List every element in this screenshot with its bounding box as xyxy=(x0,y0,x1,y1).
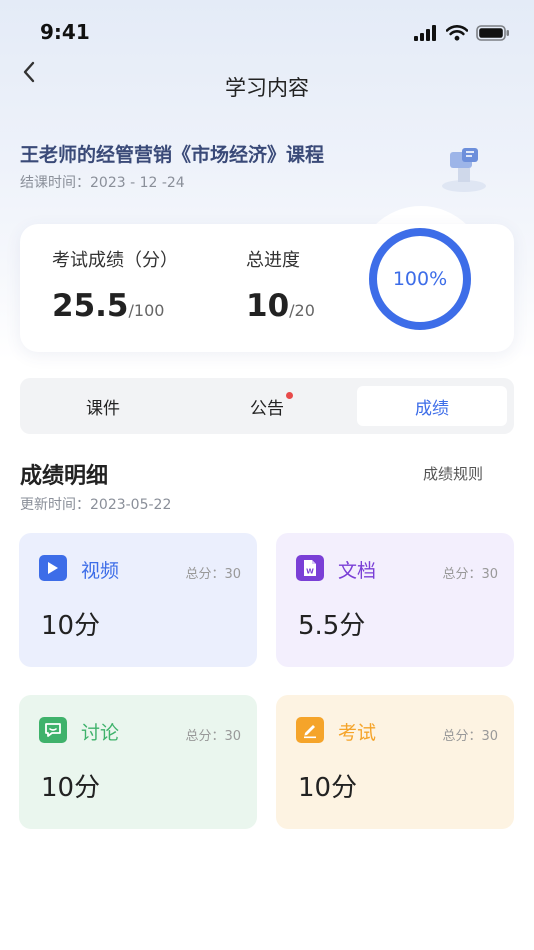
score-card-value: 10分 xyxy=(41,611,101,641)
content-tabs: 课件 公告 成绩 xyxy=(20,378,514,434)
progress-value: 10 xyxy=(246,288,290,324)
score-card-value: 10分 xyxy=(298,773,358,803)
course-end-date: 结课时间：2023 - 12 -24 xyxy=(20,175,185,191)
score-card-total: 总分：30 xyxy=(185,729,241,744)
score-card-document[interactable]: W 文档 总分：30 5.5分 xyxy=(276,533,514,667)
battery-icon xyxy=(476,25,509,41)
course-illustration xyxy=(442,148,486,192)
cellular-signal-icon xyxy=(414,25,436,41)
score-card-total: 总分：30 xyxy=(442,567,498,582)
svg-text:W: W xyxy=(306,568,314,576)
score-card-exam[interactable]: 考试 总分：30 10分 xyxy=(276,695,514,829)
tab-announcements[interactable]: 公告 xyxy=(192,386,342,426)
score-card-discussion[interactable]: 讨论 总分：30 10分 xyxy=(19,695,257,829)
score-rules-link[interactable]: 成绩规则 xyxy=(423,463,483,484)
score-card-value: 5.5分 xyxy=(298,611,366,641)
score-card-title: 考试 xyxy=(338,722,377,744)
progress-ring: 100% xyxy=(366,225,474,333)
pencil-edit-icon xyxy=(296,717,324,743)
status-time: 9:41 xyxy=(40,20,90,44)
score-card-video[interactable]: 视频 总分：30 10分 xyxy=(19,533,257,667)
score-card-total: 总分：30 xyxy=(442,729,498,744)
exam-score-label: 考试成绩（分） xyxy=(52,250,178,271)
exam-score-total: /100 xyxy=(128,301,165,320)
video-play-icon xyxy=(39,555,67,581)
wifi-icon xyxy=(446,25,468,41)
progress-count: 10/20 xyxy=(246,288,315,324)
progress-label: 总进度 xyxy=(246,250,300,271)
status-bar: 9:41 xyxy=(0,0,534,64)
progress-total: /20 xyxy=(289,301,315,320)
progress-percent: 100% xyxy=(392,268,448,290)
score-card-total: 总分：30 xyxy=(185,567,241,582)
chat-bubble-icon xyxy=(39,717,67,743)
score-card-value: 10分 xyxy=(41,773,101,803)
navigation-bar: 学习内容 xyxy=(0,60,534,112)
course-title: 王老师的经管营销《市场经济》课程 xyxy=(20,144,325,166)
score-card-title: 文档 xyxy=(338,560,377,582)
page-title: 学习内容 xyxy=(225,76,309,100)
exam-score-value: 25.5 xyxy=(52,288,129,324)
score-card-title: 讨论 xyxy=(81,722,120,744)
tab-scores[interactable]: 成绩 xyxy=(357,386,507,426)
status-icons xyxy=(414,22,510,44)
score-card-title: 视频 xyxy=(81,560,120,582)
word-document-icon: W xyxy=(296,555,324,581)
section-title: 成绩明细 xyxy=(20,464,109,489)
tab-courseware[interactable]: 课件 xyxy=(28,386,178,426)
exam-score: 25.5/100 xyxy=(52,288,164,324)
unread-dot xyxy=(286,392,293,399)
update-time: 更新时间：2023-05-22 xyxy=(20,497,172,513)
